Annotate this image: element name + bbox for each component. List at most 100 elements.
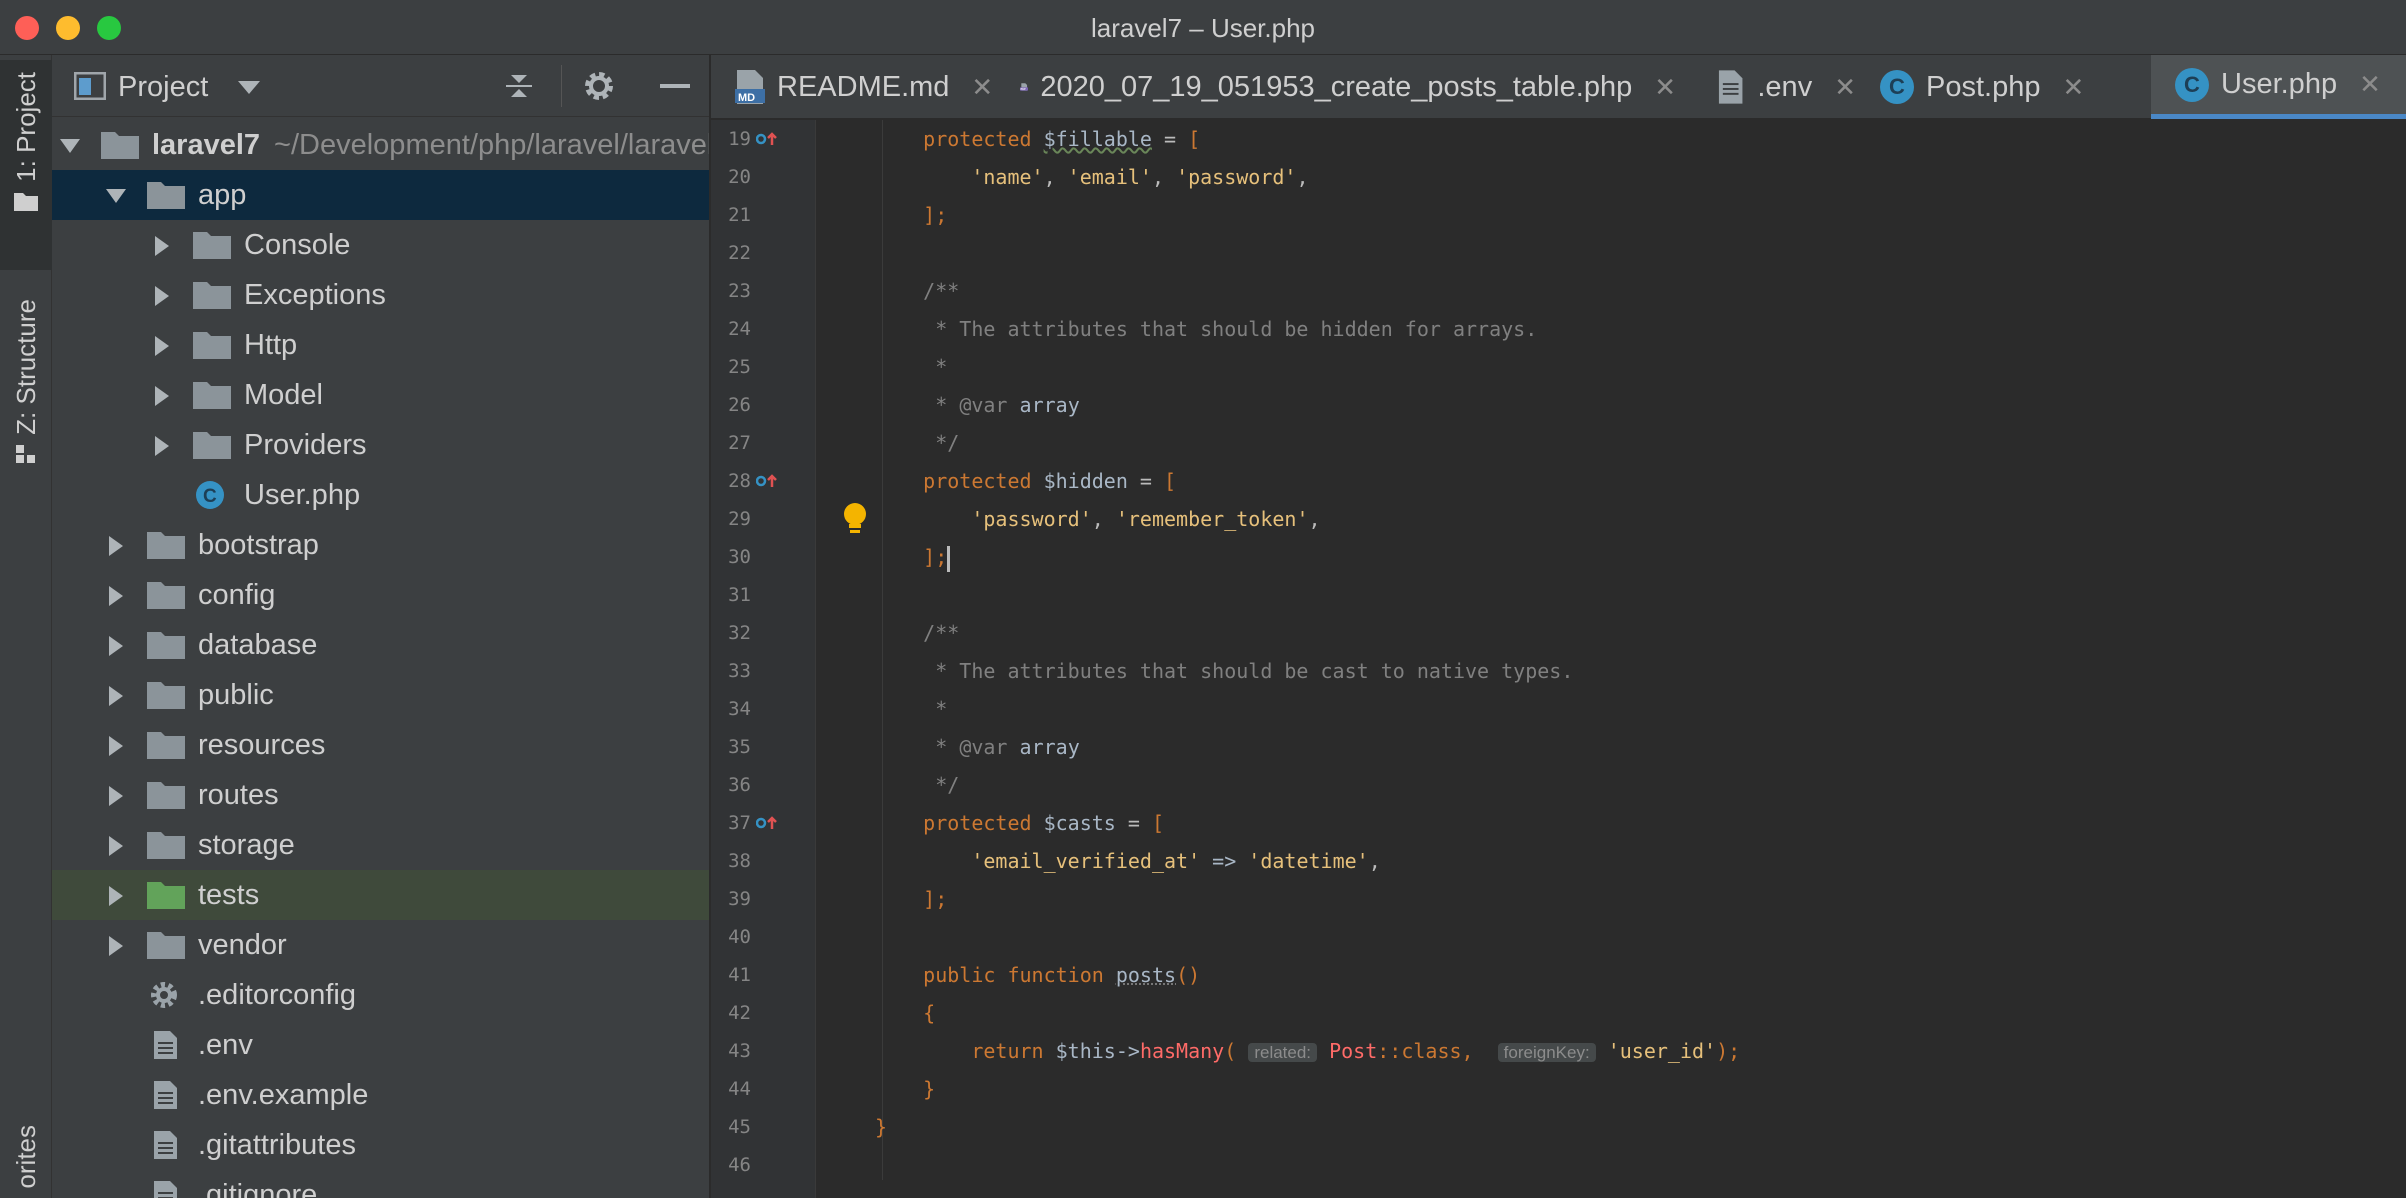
expand-arrow-down-icon[interactable] bbox=[58, 133, 82, 157]
structure-tool-button[interactable]: Z: Structure bbox=[0, 293, 52, 543]
tree-item-env-example[interactable]: .env.example bbox=[52, 1070, 709, 1120]
code-line[interactable]: 39 ]; bbox=[711, 880, 2406, 918]
tree-item-user-php[interactable]: C User.php bbox=[52, 470, 709, 520]
tab-user-php[interactable]: C User.php ✕ bbox=[2151, 55, 2406, 119]
close-icon[interactable]: ✕ bbox=[1834, 72, 1856, 103]
expand-arrow-right-icon[interactable] bbox=[104, 783, 128, 807]
tree-item-console[interactable]: Console bbox=[52, 220, 709, 270]
code-text[interactable]: /** bbox=[875, 614, 959, 652]
close-icon[interactable]: ✕ bbox=[971, 72, 993, 103]
chevron-down-icon[interactable] bbox=[238, 81, 260, 95]
tree-item-model[interactable]: Model bbox=[52, 370, 709, 420]
code-line[interactable]: 38 'email_verified_at' => 'datetime', bbox=[711, 842, 2406, 880]
code-text[interactable]: } bbox=[875, 1070, 935, 1108]
code-text[interactable]: /** bbox=[875, 272, 959, 310]
code-text[interactable]: return $this->hasMany( related: Post::cl… bbox=[875, 1032, 1740, 1072]
tree-item-laravel7[interactable]: laravel7 ~/Development/php/laravel/larave… bbox=[52, 120, 709, 170]
tree-item-providers[interactable]: Providers bbox=[52, 420, 709, 470]
expand-arrow-right-icon[interactable] bbox=[150, 333, 174, 357]
tree-item-gitattributes[interactable]: .gitattributes bbox=[52, 1120, 709, 1170]
code-line[interactable]: 23 /** bbox=[711, 272, 2406, 310]
tree-item-routes[interactable]: routes bbox=[52, 770, 709, 820]
code-line[interactable]: 43 return $this->hasMany( related: Post:… bbox=[711, 1032, 2406, 1070]
code-text[interactable]: * bbox=[875, 348, 947, 386]
code-line[interactable]: 31 bbox=[711, 576, 2406, 614]
code-text[interactable]: protected $hidden = [ bbox=[875, 462, 1176, 500]
override-marker-icon[interactable] bbox=[756, 816, 778, 830]
tab-readme[interactable]: MD README.md ✕ bbox=[711, 55, 996, 119]
code-line[interactable]: 46 bbox=[711, 1146, 2406, 1184]
expand-arrow-right-icon[interactable] bbox=[150, 283, 174, 307]
code-text[interactable]: 'password', 'remember_token', bbox=[875, 500, 1320, 538]
tab-env[interactable]: .env ✕ bbox=[1676, 55, 1856, 119]
tree-item-gitignore[interactable]: .gitignore bbox=[52, 1170, 709, 1198]
code-line[interactable]: 29 'password', 'remember_token', bbox=[711, 500, 2406, 538]
code-line[interactable]: 20 'name', 'email', 'password', bbox=[711, 158, 2406, 196]
code-text[interactable]: * @var array bbox=[875, 386, 1080, 424]
expand-arrow-right-icon[interactable] bbox=[104, 633, 128, 657]
code-text[interactable]: 'name', 'email', 'password', bbox=[875, 158, 1308, 196]
expand-arrow-right-icon[interactable] bbox=[104, 683, 128, 707]
code-text[interactable]: ]; bbox=[875, 880, 947, 918]
intention-bulb-icon[interactable] bbox=[841, 502, 869, 536]
code-line[interactable]: 21 ]; bbox=[711, 196, 2406, 234]
close-icon[interactable]: ✕ bbox=[1654, 72, 1676, 103]
code-line[interactable]: 44 } bbox=[711, 1070, 2406, 1108]
code-line[interactable]: 40 bbox=[711, 918, 2406, 956]
expand-arrow-right-icon[interactable] bbox=[150, 433, 174, 457]
expand-arrow-right-icon[interactable] bbox=[104, 883, 128, 907]
code-text[interactable]: protected $casts = [ bbox=[875, 804, 1164, 842]
code-line[interactable]: 36 */ bbox=[711, 766, 2406, 804]
code-text[interactable]: public function posts() bbox=[875, 956, 1200, 994]
close-icon[interactable]: ✕ bbox=[2062, 72, 2084, 103]
expand-arrow-right-icon[interactable] bbox=[150, 383, 174, 407]
code-line[interactable]: 30 ]; bbox=[711, 538, 2406, 576]
code-line[interactable]: 41 public function posts() bbox=[711, 956, 2406, 994]
project-view-selector[interactable]: Project bbox=[118, 71, 208, 104]
code-line[interactable]: 37 protected $casts = [ bbox=[711, 804, 2406, 842]
favorites-tool-button[interactable]: orites bbox=[0, 1125, 52, 1198]
code-line[interactable]: 24 * The attributes that should be hidde… bbox=[711, 310, 2406, 348]
code-text[interactable]: 'email_verified_at' => 'datetime', bbox=[875, 842, 1380, 880]
expand-arrow-down-icon[interactable] bbox=[104, 183, 128, 207]
code-line[interactable]: 34 * bbox=[711, 690, 2406, 728]
tree-item-tests[interactable]: tests bbox=[52, 870, 709, 920]
tree-item-config[interactable]: config bbox=[52, 570, 709, 620]
collapse-all-icon[interactable] bbox=[504, 69, 534, 103]
code-line[interactable]: 33 * The attributes that should be cast … bbox=[711, 652, 2406, 690]
tab-post-php[interactable]: C Post.php ✕ bbox=[1856, 55, 2096, 119]
override-marker-icon[interactable] bbox=[756, 474, 778, 488]
tree-item-database[interactable]: database bbox=[52, 620, 709, 670]
expand-arrow-right-icon[interactable] bbox=[104, 833, 128, 857]
close-icon[interactable]: ✕ bbox=[2359, 69, 2381, 100]
tree-item-public[interactable]: public bbox=[52, 670, 709, 720]
code-text[interactable]: * bbox=[875, 690, 947, 728]
tree-item-http[interactable]: Http bbox=[52, 320, 709, 370]
expand-arrow-right-icon[interactable] bbox=[104, 933, 128, 957]
code-line[interactable]: 27 */ bbox=[711, 424, 2406, 462]
code-text[interactable]: ]; bbox=[875, 538, 951, 576]
code-text[interactable]: * The attributes that should be hidden f… bbox=[875, 310, 1537, 348]
code-text[interactable]: * The attributes that should be cast to … bbox=[875, 652, 1573, 690]
code-text[interactable]: ]; bbox=[875, 196, 947, 234]
code-line[interactable]: 35 * @var array bbox=[711, 728, 2406, 766]
code-text[interactable]: { bbox=[875, 994, 935, 1032]
code-line[interactable]: 32 /** bbox=[711, 614, 2406, 652]
code-line[interactable]: 28 protected $hidden = [ bbox=[711, 462, 2406, 500]
code-line[interactable]: 45} bbox=[711, 1108, 2406, 1146]
project-tool-button[interactable]: 1: Project bbox=[0, 60, 52, 270]
code-text[interactable]: } bbox=[875, 1108, 887, 1146]
expand-arrow-right-icon[interactable] bbox=[104, 533, 128, 557]
tree-item-editorconfig[interactable]: .editorconfig bbox=[52, 970, 709, 1020]
code-line[interactable]: 22 bbox=[711, 234, 2406, 272]
tab-create-posts-table[interactable]: PHP 2020_07_19_051953_create_posts_table… bbox=[996, 55, 1676, 119]
expand-arrow-right-icon[interactable] bbox=[104, 733, 128, 757]
tree-item-bootstrap[interactable]: bootstrap bbox=[52, 520, 709, 570]
hide-panel-icon[interactable] bbox=[660, 84, 690, 88]
code-text[interactable]: protected $fillable = [ bbox=[875, 120, 1200, 158]
code-text[interactable]: * @var array bbox=[875, 728, 1080, 766]
tree-item-vendor[interactable]: vendor bbox=[52, 920, 709, 970]
expand-arrow-right-icon[interactable] bbox=[104, 583, 128, 607]
code-text[interactable]: */ bbox=[875, 766, 959, 804]
tree-item-exceptions[interactable]: Exceptions bbox=[52, 270, 709, 320]
